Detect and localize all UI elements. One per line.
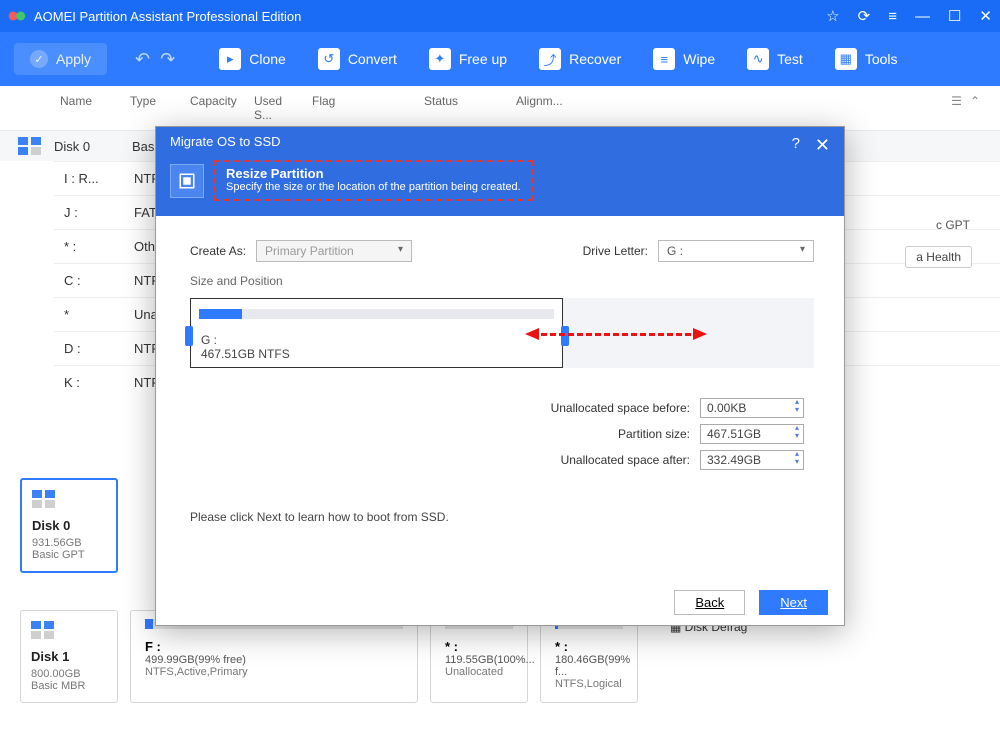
test-icon: ∿ — [747, 48, 769, 70]
freeup-icon: ✦ — [429, 48, 451, 70]
app-title: AOMEI Partition Assistant Professional E… — [34, 9, 826, 24]
disk-0-name: Disk 0 — [54, 139, 132, 154]
disk-1-card[interactable]: Disk 1 800.00GB Basic MBR — [20, 610, 118, 703]
disk-info-right: c GPT — [936, 218, 970, 232]
slider-part-size: 467.51GB NTFS — [201, 347, 290, 361]
convert-icon: ↺ — [318, 48, 340, 70]
after-input[interactable]: 332.49GB — [700, 450, 804, 470]
header-type[interactable]: Type — [124, 92, 184, 124]
header-flag[interactable]: Flag — [306, 92, 418, 124]
banner-highlight: Resize Partition Specify the size or the… — [214, 160, 533, 201]
test-button[interactable]: ∿Test — [731, 42, 819, 76]
header-used[interactable]: Used S... — [248, 92, 306, 124]
menu-icon[interactable]: ≡ — [888, 8, 897, 25]
maximize-icon[interactable]: ☐ — [948, 7, 961, 25]
drive-letter-label: Drive Letter: — [583, 244, 648, 258]
caret-icon[interactable]: ⌃ — [970, 94, 980, 122]
header-capacity[interactable]: Capacity — [184, 92, 248, 124]
column-headers: Name Type Capacity Used S... Flag Status… — [0, 86, 1000, 130]
wipe-icon: ≡ — [653, 48, 675, 70]
next-button[interactable]: Next — [759, 590, 828, 615]
close-icon[interactable]: ✕ — [815, 135, 830, 156]
disk-0-card[interactable]: Disk 0 931.56GB Basic GPT — [20, 478, 118, 573]
freeup-button[interactable]: ✦Free up — [413, 42, 523, 76]
health-tag[interactable]: a Health — [905, 246, 972, 268]
slider-part-name: G : — [201, 333, 290, 347]
list-view-icon[interactable]: ☰ — [951, 94, 962, 122]
app-logo — [8, 7, 26, 25]
clone-button[interactable]: ▸Clone — [203, 42, 302, 76]
help-icon[interactable]: ? — [792, 135, 800, 152]
arrow-left-icon — [525, 328, 539, 340]
disk-icon — [31, 621, 55, 639]
tools-icon: ▦ — [835, 48, 857, 70]
undo-icon[interactable]: ↶ — [135, 49, 150, 70]
disk-0-type: Basi — [132, 139, 157, 154]
banner-subtitle: Specify the size or the location of the … — [226, 181, 521, 193]
tools-button[interactable]: ▦Tools — [819, 42, 914, 76]
resize-icon — [170, 164, 204, 198]
minimize-icon[interactable]: — — [915, 8, 930, 25]
apply-button[interactable]: ✓ Apply — [14, 43, 107, 75]
header-align[interactable]: Alignm... — [510, 92, 570, 124]
apply-label: Apply — [56, 51, 91, 67]
convert-button[interactable]: ↺Convert — [302, 42, 413, 76]
after-label: Unallocated space after: — [561, 453, 690, 467]
main-toolbar: ✓ Apply ↶ ↷ ▸Clone ↺Convert ✦Free up ⤴Re… — [0, 32, 1000, 86]
title-bar: AOMEI Partition Assistant Professional E… — [0, 0, 1000, 32]
arrow-right-icon — [693, 328, 707, 340]
disk-icon — [32, 490, 56, 508]
star-icon[interactable]: ☆ — [826, 7, 839, 25]
back-button[interactable]: Back — [674, 590, 745, 615]
clone-icon: ▸ — [219, 48, 241, 70]
close-window-icon[interactable]: ✕ — [979, 7, 992, 25]
migrate-os-modal: Migrate OS to SSD ? ✕ Resize Partition S… — [155, 126, 845, 626]
modal-title: Migrate OS to SSD — [156, 127, 844, 156]
wipe-button[interactable]: ≡Wipe — [637, 42, 731, 76]
modal-header: Migrate OS to SSD ? ✕ Resize Partition S… — [156, 127, 844, 216]
create-as-combo: Primary Partition — [256, 240, 412, 262]
redo-icon[interactable]: ↷ — [160, 49, 175, 70]
psize-label: Partition size: — [618, 427, 690, 441]
slider-handle-left[interactable] — [185, 326, 193, 346]
partition-slider[interactable]: G : 467.51GB NTFS — [190, 298, 814, 378]
create-as-label: Create As: — [190, 244, 246, 258]
before-input[interactable]: 0.00KB — [700, 398, 804, 418]
resize-arrows — [525, 328, 707, 340]
size-position-label: Size and Position — [190, 274, 814, 288]
refresh-icon[interactable]: ⟳ — [858, 7, 871, 25]
header-status[interactable]: Status — [418, 92, 510, 124]
check-icon: ✓ — [30, 50, 48, 68]
before-label: Unallocated space before: — [551, 401, 690, 415]
psize-input[interactable]: 467.51GB — [700, 424, 804, 444]
recover-button[interactable]: ⤴Recover — [523, 42, 637, 76]
disk-icon — [18, 137, 42, 155]
hint-text: Please click Next to learn how to boot f… — [190, 510, 814, 524]
header-name[interactable]: Name — [54, 92, 124, 124]
drive-letter-combo[interactable]: G : — [658, 240, 814, 262]
recover-icon: ⤴ — [539, 48, 561, 70]
banner-title: Resize Partition — [226, 166, 521, 181]
